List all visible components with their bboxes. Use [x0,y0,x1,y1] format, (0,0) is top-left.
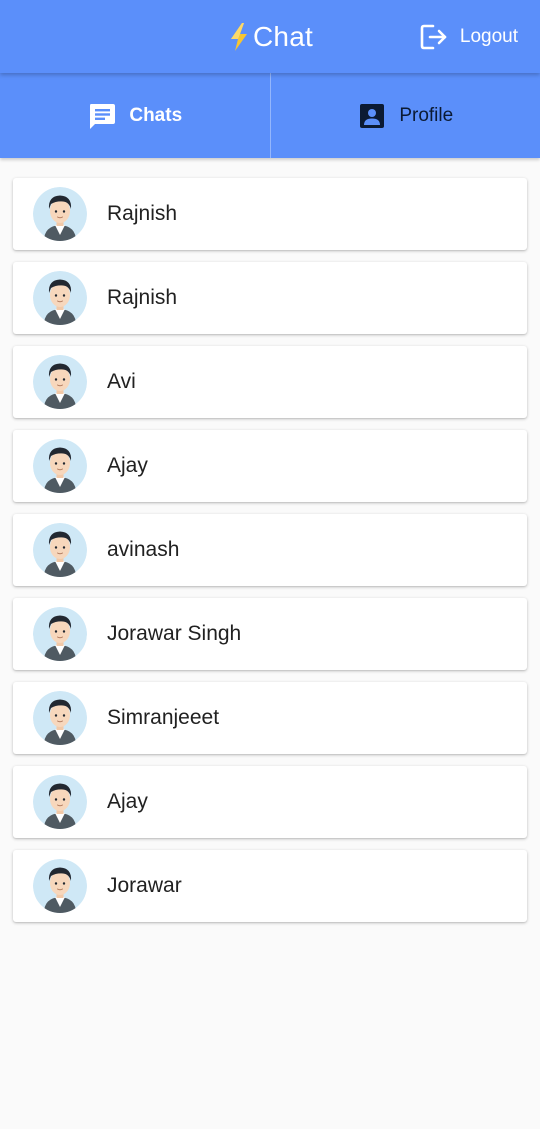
tab-profile-label: Profile [399,104,454,126]
chat-bubble-icon [87,101,117,131]
contact-card-icon [357,101,387,131]
tab-chats[interactable]: Chats [0,73,271,158]
contact-card[interactable]: Jorawar [13,850,527,922]
contact-name: Jorawar [107,874,182,897]
contact-card[interactable]: Simranjeeet [13,682,527,754]
contact-card[interactable]: Avi [13,346,527,418]
tab-chats-label: Chats [129,104,183,126]
avatar [33,691,87,745]
tab-bar: Chats Profile [0,73,540,158]
avatar [33,523,87,577]
contact-card[interactable]: Ajay [13,430,527,502]
logout-icon [420,23,448,51]
contact-card[interactable]: Rajnish [13,178,527,250]
app-title-text: Chat [253,20,313,52]
contact-card[interactable]: avinash [13,514,527,586]
contact-card[interactable]: Rajnish [13,262,527,334]
avatar [33,187,87,241]
contact-name: Ajay [107,454,148,477]
lightning-bolt-icon [227,22,251,52]
contact-name: Simranjeeet [107,706,220,729]
avatar [33,271,87,325]
contact-name: Avi [107,370,136,393]
contact-name: Jorawar Singh [107,622,242,645]
contact-name: Rajnish [107,202,178,225]
contact-name: avinash [107,538,180,561]
contact-name: Rajnish [107,286,178,309]
avatar [33,775,87,829]
contact-list: Rajnish Rajnish Avi Ajay avinash Jorawar… [13,178,527,934]
contact-card[interactable]: Jorawar Singh [13,598,527,670]
logout-button[interactable]: Logout [420,22,518,52]
avatar [33,355,87,409]
contact-card[interactable]: Ajay [13,766,527,838]
logout-label: Logout [459,26,518,47]
tab-profile[interactable]: Profile [271,73,540,158]
avatar [33,607,87,661]
app-bar: Chat Logout [0,0,540,73]
avatar [33,439,87,493]
contact-name: Ajay [107,790,148,813]
avatar [33,859,87,913]
